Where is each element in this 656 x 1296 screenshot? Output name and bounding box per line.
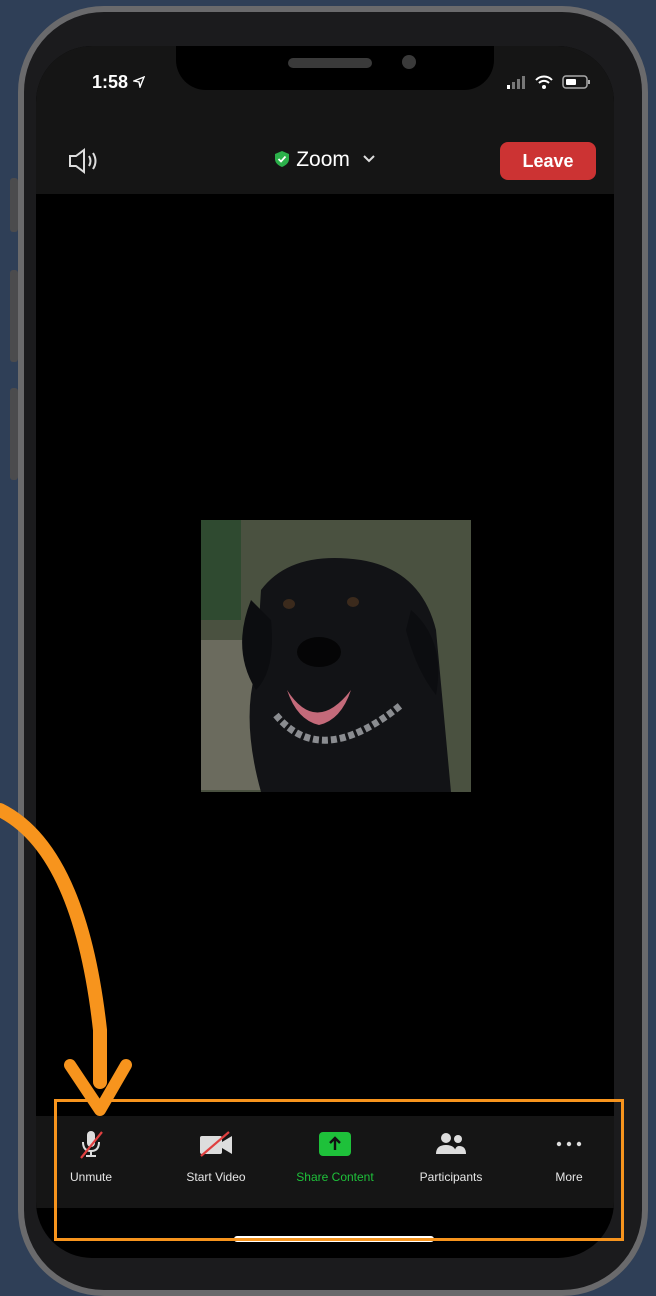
status-time-text: 1:58: [92, 72, 129, 92]
unmute-button[interactable]: Unmute: [36, 1124, 146, 1204]
more-dots-icon: [556, 1141, 582, 1147]
status-icons: [506, 74, 592, 90]
meeting-header: Zoom Leave: [36, 132, 614, 194]
front-camera: [402, 55, 416, 69]
share-content-button[interactable]: Share Content: [280, 1124, 390, 1204]
phone-volume-down: [10, 388, 18, 480]
dog-photo: [201, 520, 471, 792]
more-label: More: [555, 1170, 583, 1184]
notch: [176, 46, 494, 90]
participants-icon: [436, 1133, 466, 1154]
battery-icon: [562, 75, 590, 89]
annotation-arrow: [0, 803, 132, 1116]
share-up-arrow-icon: [319, 1132, 351, 1156]
status-time: 1:58: [92, 72, 146, 93]
meeting-title: Zoom: [296, 148, 350, 171]
microphone-muted-icon: [80, 1131, 103, 1159]
participant-video[interactable]: [201, 520, 471, 792]
participants-button[interactable]: Participants: [396, 1124, 506, 1204]
leave-button[interactable]: Leave: [500, 142, 596, 180]
chevron-down-icon: [363, 155, 375, 163]
location-arrow-icon: [131, 75, 146, 90]
start-video-button[interactable]: Start Video: [161, 1124, 271, 1204]
home-indicator: [234, 1236, 434, 1242]
shield-check-icon: [275, 151, 290, 167]
signal-icon: [507, 76, 525, 89]
wifi-icon: [535, 75, 553, 89]
unmute-label: Unmute: [69, 1170, 113, 1184]
phone-side-button: [10, 178, 18, 232]
share-content-label: Share Content: [296, 1170, 374, 1184]
phone-volume-up: [10, 270, 18, 362]
start-video-label: Start Video: [186, 1170, 246, 1184]
more-button[interactable]: More: [514, 1124, 614, 1204]
status-bar: 1:58: [36, 46, 614, 132]
earpiece: [288, 58, 372, 68]
video-muted-icon: [200, 1131, 232, 1157]
participants-label: Participants: [419, 1170, 483, 1184]
